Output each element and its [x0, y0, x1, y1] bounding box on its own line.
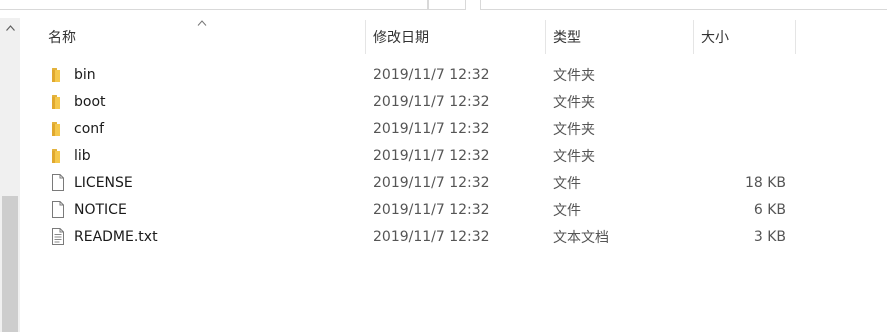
- file-name: lib: [74, 147, 91, 164]
- file-type: 文件夹: [553, 121, 595, 138]
- column-header-row: 名称 修改日期 类型 大小: [20, 18, 887, 56]
- file-modified: 2019/11/7 12:32: [373, 228, 490, 245]
- column-header-type[interactable]: 类型: [545, 18, 693, 56]
- search-box[interactable]: [480, 0, 887, 10]
- folder-icon: [52, 122, 60, 136]
- file-size: [640, 115, 786, 142]
- file-row-lib[interactable]: lib 2019/11/7 12:32 文件夹: [20, 142, 887, 169]
- file-row-notice[interactable]: NOTICE 2019/11/7 12:32 文件 6 KB: [20, 196, 887, 223]
- file-size: [640, 88, 786, 115]
- column-header-name[interactable]: 名称: [40, 18, 365, 56]
- top-toolbar-strip: [0, 0, 887, 12]
- column-header-size[interactable]: 大小: [693, 18, 793, 56]
- file-list: bin 2019/11/7 12:32 文件夹 boot 2019/11/7 1…: [20, 61, 887, 250]
- folder-icon: [52, 149, 60, 163]
- file-modified: 2019/11/7 12:32: [373, 201, 490, 218]
- vertical-scrollbar[interactable]: [0, 18, 20, 332]
- file-modified: 2019/11/7 12:32: [373, 147, 490, 164]
- file-type: 文件夹: [553, 148, 595, 165]
- file-name: bin: [74, 66, 96, 83]
- file-row-conf[interactable]: conf 2019/11/7 12:32 文件夹: [20, 115, 887, 142]
- file-size: 3 KB: [753, 228, 786, 245]
- file-size: [640, 142, 786, 169]
- scroll-up-arrow-icon[interactable]: [0, 18, 20, 38]
- file-type: 文件夹: [553, 94, 595, 111]
- file-modified: 2019/11/7 12:32: [373, 93, 490, 110]
- file-size: 18 KB: [744, 174, 786, 191]
- address-bar[interactable]: [0, 0, 428, 10]
- column-header-modified[interactable]: 修改日期: [365, 18, 545, 56]
- column-divider[interactable]: [795, 20, 796, 54]
- file-name: NOTICE: [74, 201, 127, 218]
- file-type: 文件: [553, 202, 581, 219]
- file-icon: [52, 201, 64, 218]
- file-icon: [52, 174, 64, 191]
- folder-icon: [52, 68, 60, 82]
- file-type: 文件: [553, 175, 581, 192]
- file-modified: 2019/11/7 12:32: [373, 66, 490, 83]
- file-row-readme[interactable]: README.txt 2019/11/7 12:32 文本文档 3 KB: [20, 223, 887, 250]
- text-file-icon: [52, 228, 64, 245]
- file-modified: 2019/11/7 12:32: [373, 120, 490, 137]
- file-size: 6 KB: [753, 201, 786, 218]
- file-size: [640, 61, 786, 88]
- file-type: 文本文档: [553, 229, 609, 246]
- refresh-button[interactable]: [428, 0, 466, 10]
- file-modified: 2019/11/7 12:32: [373, 174, 490, 191]
- folder-icon: [52, 95, 60, 109]
- file-name: README.txt: [74, 228, 158, 245]
- file-row-bin[interactable]: bin 2019/11/7 12:32 文件夹: [20, 61, 887, 88]
- file-type: 文件夹: [553, 67, 595, 84]
- file-row-license[interactable]: LICENSE 2019/11/7 12:32 文件 18 KB: [20, 169, 887, 196]
- file-name: boot: [74, 93, 106, 110]
- file-name: LICENSE: [74, 174, 133, 191]
- scroll-thumb[interactable]: [2, 196, 18, 332]
- file-name: conf: [74, 120, 105, 137]
- file-row-boot[interactable]: boot 2019/11/7 12:32 文件夹: [20, 88, 887, 115]
- file-explorer: 名称 修改日期 类型 大小 bin 2019/11/7 12:32 文件夹 bo…: [0, 0, 887, 332]
